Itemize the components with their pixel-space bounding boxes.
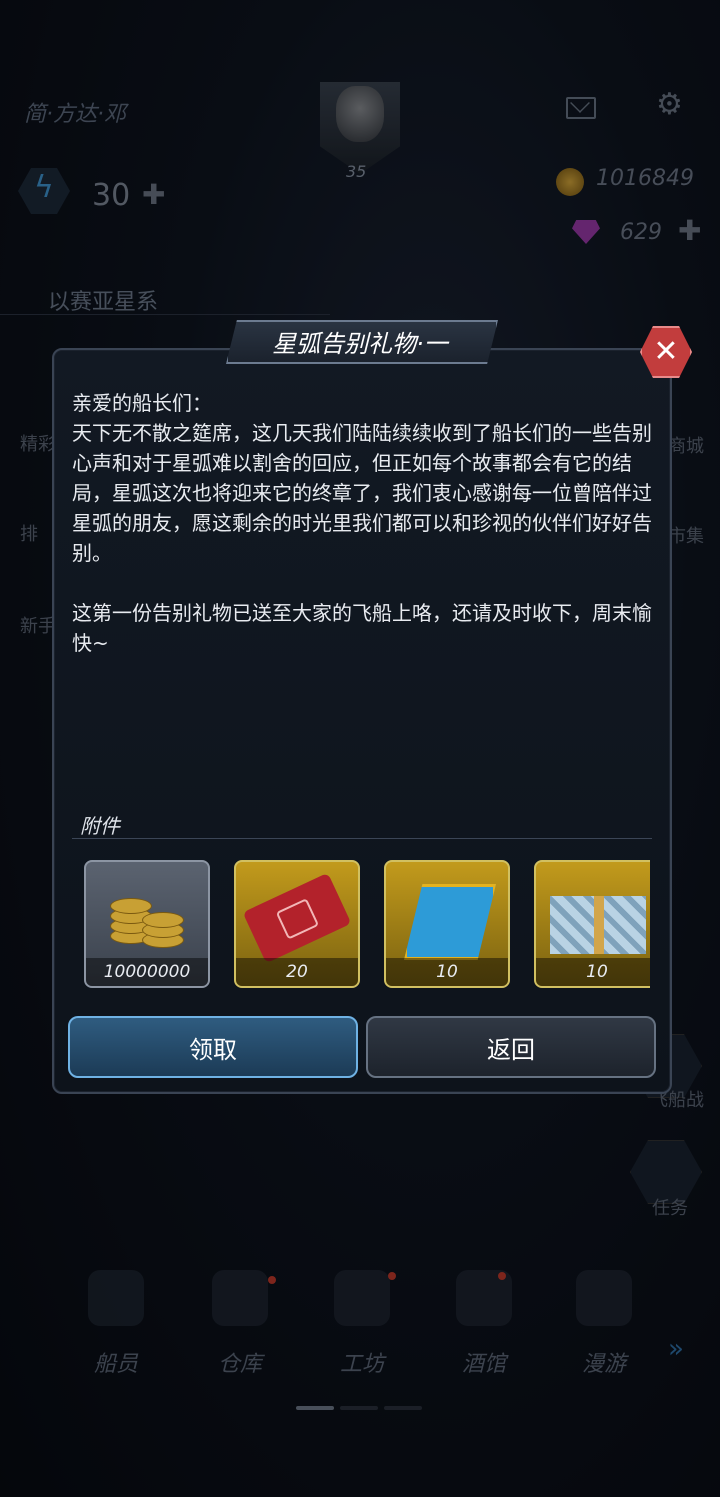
crystal-icon: [404, 884, 496, 960]
message-greeting: 亲爱的船长们：: [72, 391, 212, 415]
gift-box-icon: [550, 896, 646, 954]
attachment-count: 10: [386, 958, 508, 986]
attachment-count: 20: [236, 958, 358, 986]
claim-button[interactable]: 领取: [68, 1016, 358, 1078]
gold-coins-icon: [106, 884, 186, 954]
attachment-item[interactable]: 10000000: [84, 860, 210, 988]
attachment-item[interactable]: 20: [234, 860, 360, 988]
message-paragraph: 天下无不散之筵席，这几天我们陆陆续续收到了船长们的一些告别心声和对于星弧难以割舍…: [72, 421, 652, 565]
message-paragraph: 这第一份告别礼物已送至大家的飞船上咯，还请及时收下，周末愉快~: [72, 601, 652, 655]
divider: [72, 838, 652, 839]
back-button[interactable]: 返回: [366, 1016, 656, 1078]
attachment-item[interactable]: 10: [384, 860, 510, 988]
attachments-label: 附件: [80, 814, 120, 838]
attachment-count: 10: [536, 958, 650, 986]
close-icon: ✕: [653, 334, 679, 369]
mail-message: 亲爱的船长们： 天下无不散之筵席，这几天我们陆陆续续收到了船长们的一些告别心声和…: [72, 388, 652, 658]
attachment-count: 10000000: [86, 958, 208, 986]
attachments-list[interactable]: 10000000 20 10 10: [84, 860, 650, 988]
red-ticket-icon: [242, 872, 352, 964]
dialog-title: 星弧告别礼物·一: [272, 330, 448, 358]
attachment-item[interactable]: 10: [534, 860, 650, 988]
